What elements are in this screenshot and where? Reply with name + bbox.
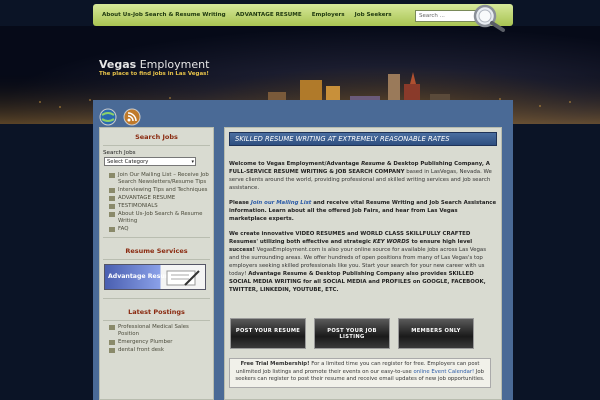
sidebar-link-faq[interactable]: FAQ — [109, 226, 210, 233]
posting-link[interactable]: dental front desk — [109, 347, 210, 354]
mailing-paragraph: Please Join our Mailing List and receive… — [225, 199, 501, 223]
advantage-resume-banner[interactable]: Advantage Resume — [104, 264, 206, 290]
site-title-rest: Employment — [139, 58, 210, 71]
posting-label: Professional Medical Sales Position — [118, 324, 189, 337]
sidebar-link-label: FAQ — [118, 226, 129, 232]
sidebar-link-label: Interviewing Tips and Techniques — [118, 187, 208, 193]
posting-link[interactable]: Emergency Plumber — [109, 339, 210, 346]
latest-postings-list: Professional Medical Sales Position Emer… — [100, 321, 213, 354]
sidebar: Search Jobs Search Jobs Select Category … — [99, 127, 214, 400]
free-trial-box: Free Trial Membership! For a limited tim… — [229, 358, 491, 388]
social-media-text: Advantage Resume & Desktop Publishing Co… — [229, 271, 486, 293]
page-icon — [109, 188, 115, 193]
headline-bar: SKILLED RESUME WRITING AT EXTREMELY REAS… — [229, 132, 497, 146]
page-icon — [109, 196, 115, 201]
sidebar-link-mailing-list[interactable]: Join Our Mailing List – Receive Job Sear… — [109, 172, 210, 186]
nav-item-about[interactable]: About Us-Job Search & Resume Writing — [97, 12, 231, 18]
search-jobs-label: Search Jobs — [103, 150, 136, 156]
search-input[interactable]: Search ... — [415, 10, 477, 22]
nav-item-employers[interactable]: Employers — [307, 12, 350, 18]
chevron-down-icon: ▾ — [191, 159, 194, 165]
intro-paragraph: Welcome to Vegas Employment/Advantage Re… — [225, 160, 501, 192]
search-icon[interactable] — [470, 2, 508, 32]
intro-resume-word: Resume — [361, 161, 385, 167]
globe-icon[interactable] — [99, 108, 117, 126]
page-icon — [109, 204, 115, 209]
page-icon — [109, 340, 115, 345]
category-select[interactable]: Select Category ▾ — [104, 157, 196, 166]
cta-buttons: POST YOUR RESUME POST YOUR JOB LISTING M… — [230, 318, 474, 349]
services-paragraph: We create innovative VIDEO RESUMES and W… — [225, 230, 501, 294]
sidebar-link-label: ADVANTAGE RESUME — [118, 195, 176, 201]
sidebar-heading-services: Resume Services — [103, 242, 210, 260]
sidebar-links: Join Our Mailing List – Receive Job Sear… — [100, 166, 213, 233]
posting-label: dental front desk — [118, 347, 164, 353]
sidebar-link-label: About Us-Job Search & Resume Writing — [118, 211, 203, 224]
divider — [103, 298, 210, 299]
page-icon — [109, 348, 115, 353]
page-icon — [109, 173, 115, 178]
site-tagline: The place to find jobs in Las Vegas! — [99, 71, 209, 77]
mailing-lead: Please — [229, 200, 251, 206]
pen-paper-icon — [166, 270, 200, 286]
category-select-value: Select Category — [107, 159, 149, 165]
key-words-text: KEY WORDS — [372, 239, 410, 245]
site-title-bold: Vegas — [99, 58, 137, 71]
divider — [103, 237, 210, 238]
intro-text: Welcome to Vegas Employment/Advantage — [229, 161, 362, 167]
main-content: SKILLED RESUME WRITING AT EXTREMELY REAS… — [224, 127, 502, 400]
sidebar-link-testimonials[interactable]: TESTIMONIALS — [109, 203, 210, 210]
posting-link[interactable]: Professional Medical Sales Position — [109, 324, 210, 338]
page-icon — [109, 325, 115, 330]
rss-icon[interactable] — [123, 108, 141, 126]
nav-item-job-seekers[interactable]: Job Seekers — [350, 12, 397, 18]
post-job-listing-button[interactable]: POST YOUR JOB LISTING — [314, 318, 390, 349]
event-calendar-link[interactable]: online Event Calendar! — [413, 369, 474, 375]
post-resume-button[interactable]: POST YOUR RESUME — [230, 318, 306, 349]
sidebar-link-label: TESTIMONIALS — [118, 203, 158, 209]
page-icon — [109, 212, 115, 217]
nav-item-advantage-resume[interactable]: ADVANTAGE RESUME — [231, 12, 307, 18]
sidebar-heading-latest: Latest Postings — [103, 303, 210, 321]
mailing-list-link[interactable]: Join our Mailing List — [251, 200, 312, 206]
site-title[interactable]: Vegas Employment — [99, 58, 209, 71]
posting-label: Emergency Plumber — [118, 339, 173, 345]
sidebar-link-interviewing[interactable]: Interviewing Tips and Techniques — [109, 187, 210, 194]
page-icon — [109, 227, 115, 232]
sidebar-link-advantage[interactable]: ADVANTAGE RESUME — [109, 195, 210, 202]
sidebar-link-about[interactable]: About Us-Job Search & Resume Writing — [109, 211, 210, 225]
free-trial-title: Free Trial Membership! — [240, 361, 310, 367]
sidebar-link-label: Join Our Mailing List – Receive Job Sear… — [118, 172, 209, 185]
sidebar-heading-search: Search Jobs — [103, 128, 210, 146]
members-only-button[interactable]: MEMBERS ONLY — [398, 318, 474, 349]
